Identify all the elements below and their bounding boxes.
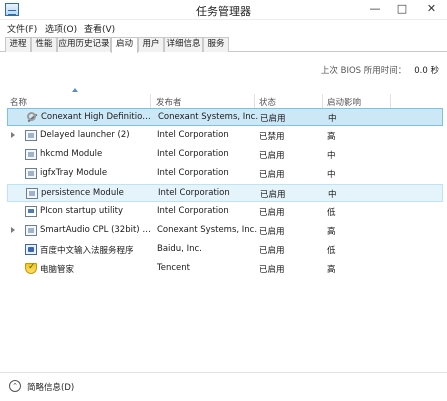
row-name: 百度中文输入法服务程序 [40, 246, 134, 256]
row-status: 已启用 [260, 114, 286, 124]
window-icon [25, 149, 37, 160]
row-impact: 低 [327, 246, 336, 256]
row-name: 电脑管家 [40, 265, 75, 275]
row-publisher: Intel Corporation [157, 168, 229, 178]
window-icon [26, 188, 38, 199]
table-row[interactable]: 电脑管家 Tencent 已启用 高 [7, 260, 443, 278]
row-publisher: Conexant Systems, Inc. [157, 225, 258, 235]
bios-time-value: 0.0 秒 [414, 66, 439, 76]
table-row[interactable]: hkcmd Module Intel Corporation 已启用 中 [7, 146, 443, 164]
row-status: 已启用 [259, 265, 285, 275]
row-name: persistence Module [41, 188, 124, 198]
row-impact: 高 [327, 265, 336, 275]
row-publisher: Intel Corporation [157, 149, 229, 159]
row-impact: 中 [328, 114, 337, 124]
table-row[interactable]: Conexant High Definition ... Conexant Sy… [7, 108, 443, 126]
column-divider[interactable] [150, 94, 151, 108]
row-impact: 中 [327, 170, 336, 180]
row-status: 已启用 [259, 227, 285, 237]
column-header-name[interactable]: 名称 [10, 96, 27, 108]
tab-services[interactable]: 服务 [203, 37, 229, 52]
menu-bar: 文件(F) 选项(O) 查看(V) [0, 20, 447, 36]
tab-bar: 进程 性能 应用历史记录 启动 用户 详细信息 服务 [0, 36, 447, 53]
wrench-icon [26, 112, 38, 123]
tab-details[interactable]: 详细信息 [164, 37, 203, 52]
table-row[interactable]: 百度中文输入法服务程序 Baidu, Inc. 已启用 低 [7, 241, 443, 259]
row-status: 已启用 [259, 246, 285, 256]
row-impact: 低 [327, 208, 336, 218]
row-impact: 中 [327, 151, 336, 161]
row-publisher: Conexant Systems, Inc. [158, 112, 259, 122]
row-impact: 高 [327, 227, 336, 237]
tab-processes[interactable]: 进程 [5, 37, 31, 52]
table-row[interactable]: igfxTray Module Intel Corporation 已启用 中 [7, 165, 443, 183]
maximize-button[interactable]: □ [389, 0, 415, 19]
menu-view[interactable]: 查看(V) [84, 22, 115, 35]
column-header-publisher[interactable]: 发布者 [156, 96, 182, 108]
table-row[interactable]: persistence Module Intel Corporation 已启用… [7, 184, 443, 202]
table-row[interactable]: SmartAudio CPL (32bit) (2) Conexant Syst… [7, 222, 443, 240]
row-publisher: Intel Corporation [157, 130, 229, 140]
fewer-details-link[interactable]: 简略信息(D) [27, 381, 74, 393]
tab-startup[interactable]: 启动 [111, 37, 138, 53]
row-publisher: Tencent [157, 263, 190, 273]
row-publisher: Intel Corporation [157, 206, 229, 216]
shield-icon [25, 262, 37, 274]
row-status: 已启用 [259, 208, 285, 218]
window-icon [25, 225, 37, 236]
bios-time-label: 上次 BIOS 所用时间： [320, 66, 407, 76]
row-name: PIcon startup utility [40, 206, 124, 216]
column-divider[interactable] [390, 94, 391, 108]
table-row[interactable]: PIcon startup utility Intel Corporation … [7, 203, 443, 221]
row-name: Delayed launcher (2) [40, 130, 130, 140]
window-icon [25, 130, 37, 141]
row-status: 已启用 [260, 190, 286, 200]
table-row[interactable]: Delayed launcher (2) Intel Corporation 已… [7, 127, 443, 145]
chevron-up-icon[interactable]: ⌃ [9, 380, 21, 392]
row-name: hkcmd Module [40, 149, 103, 159]
monitor-icon [25, 206, 37, 217]
column-divider[interactable] [254, 94, 255, 108]
close-button[interactable]: ✕ [416, 0, 447, 19]
tab-users[interactable]: 用户 [138, 37, 164, 52]
expand-arrow-icon[interactable] [11, 132, 15, 138]
column-header-impact[interactable]: 启动影响 [327, 96, 361, 108]
row-impact: 高 [327, 132, 336, 142]
row-status: 已启用 [259, 170, 285, 180]
sort-arrow-icon [72, 88, 78, 92]
row-status: 已禁用 [259, 132, 285, 142]
row-impact: 中 [328, 190, 337, 200]
row-publisher: Intel Corporation [158, 188, 230, 198]
expand-arrow-icon[interactable] [11, 227, 15, 233]
column-header-status[interactable]: 状态 [259, 96, 276, 108]
baidu-ime-icon [25, 244, 37, 255]
row-publisher: Baidu, Inc. [157, 244, 202, 254]
row-name: Conexant High Definition ... [41, 112, 155, 122]
menu-options[interactable]: 选项(O) [45, 22, 77, 35]
tab-app-history[interactable]: 应用历史记录 [57, 37, 111, 52]
footer-bar: ⌃ 简略信息(D) [0, 372, 447, 401]
menu-file[interactable]: 文件(F) [7, 22, 37, 35]
row-name: SmartAudio CPL (32bit) (2) [40, 225, 154, 235]
row-status: 已启用 [259, 151, 285, 161]
tab-performance[interactable]: 性能 [31, 37, 57, 52]
title-bar: 任务管理器 — □ ✕ [0, 0, 447, 20]
table-header: 名称 发布者 状态 启动影响 [0, 94, 447, 108]
column-divider[interactable] [322, 94, 323, 108]
minimize-button[interactable]: — [362, 0, 388, 19]
row-name: igfxTray Module [40, 168, 108, 178]
bios-time: 上次 BIOS 所用时间： 0.0 秒 [321, 64, 439, 76]
window-icon [25, 168, 37, 179]
